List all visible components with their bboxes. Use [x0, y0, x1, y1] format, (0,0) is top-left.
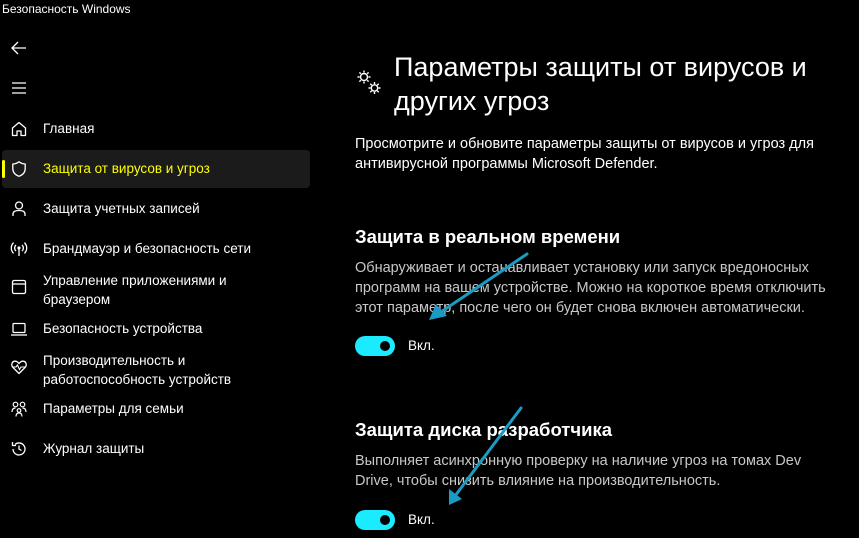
hamburger-menu-icon — [12, 82, 26, 94]
page-description: Просмотрите и обновите параметры защиты … — [355, 136, 814, 172]
active-indicator — [2, 160, 5, 178]
sidebar-item-firewall[interactable]: Брандмауэр и безопасность сети — [2, 230, 310, 268]
sidebar-item-label: Безопасность устройства — [43, 321, 203, 336]
toggle-state-label: Вкл. — [408, 512, 435, 527]
sidebar-item-device-security[interactable]: Безопасность устройства — [2, 310, 310, 348]
person-icon — [10, 200, 28, 218]
wifi-broadcast-icon — [10, 240, 28, 258]
sidebar-item-virus-protection[interactable]: Защита от вирусов и угроз — [2, 150, 310, 188]
shield-icon — [10, 160, 28, 178]
sidebar-item-label: Управление приложениями и браузером — [43, 273, 227, 307]
sidebar-item-label: Журнал защиты — [43, 441, 145, 456]
realtime-protection-toggle[interactable] — [355, 336, 395, 356]
sidebar-item-account-protection[interactable]: Защита учетных записей — [2, 190, 310, 228]
dev-drive-protection-toggle-row: Вкл. — [355, 509, 435, 531]
realtime-protection-toggle-row: Вкл. — [355, 335, 435, 357]
toggle-knob — [380, 515, 390, 525]
toggle-state-label: Вкл. — [408, 338, 435, 353]
section-description-dev-drive-protection: Выполняет асинхронную проверку на наличи… — [355, 453, 802, 489]
browser-window-icon — [10, 278, 28, 296]
sidebar-item-label: Защита учетных записей — [43, 201, 200, 216]
section-title-realtime-protection: Защита в реальном времени — [355, 226, 621, 247]
sidebar-item-family-options[interactable]: Параметры для семьи — [2, 390, 310, 428]
windows-security-window: Безопасность Windows Главная Защита от в… — [0, 0, 859, 538]
back-arrow-icon — [11, 41, 26, 55]
sidebar-item-label: Производительность и работоспособность у… — [43, 353, 232, 387]
sidebar-item-app-browser-control[interactable]: Управление приложениями и браузером — [2, 270, 310, 312]
sidebar-item-home[interactable]: Главная — [2, 110, 310, 148]
laptop-icon — [10, 320, 28, 338]
gears-icon — [355, 68, 385, 98]
back-button[interactable] — [10, 40, 28, 56]
title-bar: Безопасность Windows — [0, 0, 859, 20]
heart-pulse-icon — [10, 358, 28, 376]
family-icon — [10, 400, 28, 418]
sidebar-item-label: Параметры для семьи — [43, 401, 184, 416]
sidebar-item-label: Брандмауэр и безопасность сети — [43, 241, 252, 256]
section-description-realtime-protection: Обнаруживает и останавливает установку и… — [355, 260, 826, 316]
sidebar-item-device-performance[interactable]: Производительность и работоспособность у… — [2, 350, 310, 392]
section-title-dev-drive-protection: Защита диска разработчика — [355, 419, 613, 440]
sidebar-item-protection-history[interactable]: Журнал защиты — [2, 430, 310, 468]
sidebar-item-label: Защита от вирусов и угроз — [43, 161, 210, 176]
menu-button[interactable] — [10, 81, 28, 95]
dev-drive-protection-toggle[interactable] — [355, 510, 395, 530]
home-icon — [10, 120, 28, 138]
sidebar-item-label: Главная — [43, 121, 95, 136]
toggle-knob — [380, 341, 390, 351]
window-title: Безопасность Windows — [2, 2, 131, 16]
page-title: Параметры защиты от вирусов и других угр… — [394, 52, 807, 116]
history-icon — [10, 440, 28, 458]
